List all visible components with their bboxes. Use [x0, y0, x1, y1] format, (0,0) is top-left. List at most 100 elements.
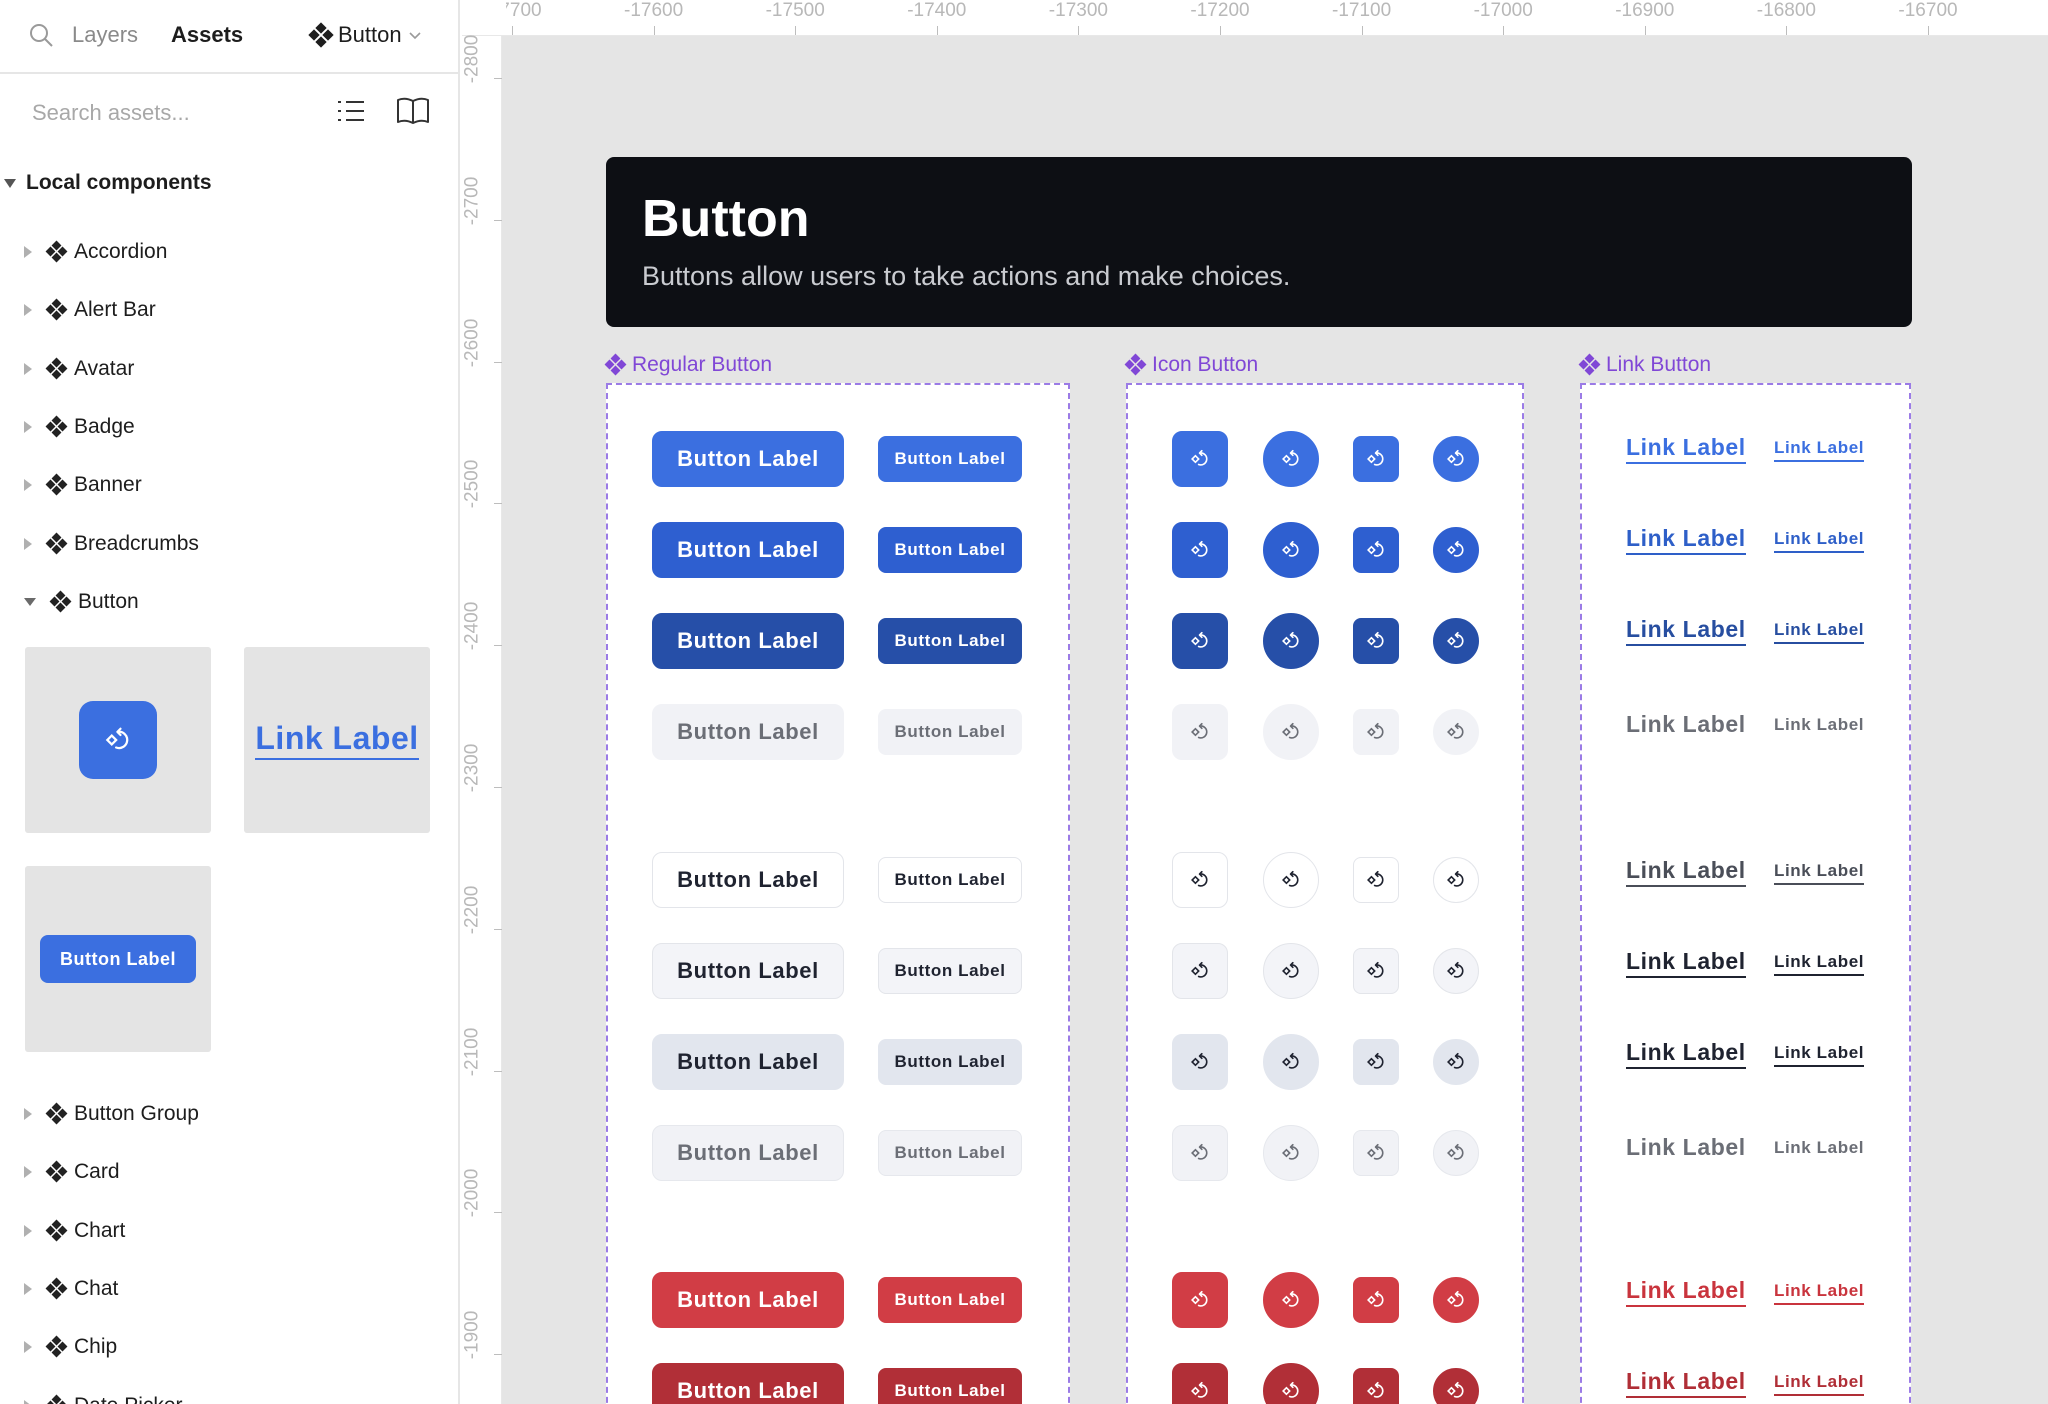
button-primary-default-lg[interactable]: Button Label: [652, 431, 844, 487]
icon-button-secondary-pressed-lgsq[interactable]: [1172, 1034, 1228, 1090]
icon-button-danger-hover-smci[interactable]: [1433, 1368, 1479, 1404]
link-button-secondary-hover-lg[interactable]: Link Label: [1626, 948, 1746, 979]
icon-button-primary-default-smsq[interactable]: [1353, 436, 1399, 482]
icon-button-secondary-default-smci[interactable]: [1433, 857, 1479, 903]
icon-button-primary-hover-smsq[interactable]: [1353, 527, 1399, 573]
component-item[interactable]: Chart: [24, 1214, 125, 1248]
link-button-primary-disabled-sm[interactable]: Link Label: [1774, 715, 1864, 737]
button-primary-pressed-sm[interactable]: Button Label: [878, 618, 1022, 664]
icon-button-secondary-disabled-smsq[interactable]: [1353, 1130, 1399, 1176]
thumbnail-regular-button[interactable]: Button Label: [25, 866, 211, 1052]
icon-button-secondary-default-lgsq[interactable]: [1172, 852, 1228, 908]
button-primary-disabled-sm[interactable]: Button Label: [878, 709, 1022, 755]
regular-button-frame[interactable]: Button Label Button Label Button Label Butt…: [606, 383, 1070, 1404]
icon-button-secondary-pressed-smci[interactable]: [1433, 1039, 1479, 1085]
link-button-secondary-default-lg[interactable]: Link Label: [1626, 857, 1746, 888]
component-item[interactable]: Date Picker: [24, 1389, 183, 1404]
link-button-primary-hover-lg[interactable]: Link Label: [1626, 525, 1746, 556]
thumbnail-link-button[interactable]: Link Label: [244, 647, 430, 833]
button-secondary-disabled-lg[interactable]: Button Label: [652, 1125, 844, 1181]
team-library-book-icon[interactable]: [396, 96, 430, 126]
button-primary-hover-lg[interactable]: Button Label: [652, 522, 844, 578]
icon-button-danger-default-smsq[interactable]: [1353, 1277, 1399, 1323]
icon-button-danger-default-smci[interactable]: [1433, 1277, 1479, 1323]
button-secondary-pressed-sm[interactable]: Button Label: [878, 1039, 1022, 1085]
button-secondary-hover-lg[interactable]: Button Label: [652, 943, 844, 999]
button-primary-default-sm[interactable]: Button Label: [878, 436, 1022, 482]
icon-button-primary-pressed-smci[interactable]: [1433, 618, 1479, 664]
link-button-danger-hover-lg[interactable]: Link Label: [1626, 1368, 1746, 1399]
tab-assets[interactable]: Assets: [171, 20, 243, 50]
icon-button-primary-hover-smci[interactable]: [1433, 527, 1479, 573]
icon-button-danger-default-lgsq[interactable]: [1172, 1272, 1228, 1328]
list-view-icon[interactable]: [336, 96, 366, 126]
button-primary-hover-sm[interactable]: Button Label: [878, 527, 1022, 573]
design-canvas[interactable]: Button Buttons allow users to take actio…: [502, 36, 2048, 1404]
icon-button-secondary-default-smsq[interactable]: [1353, 857, 1399, 903]
icon-button-primary-pressed-lgsq[interactable]: [1172, 613, 1228, 669]
icon-button-secondary-pressed-lgci[interactable]: [1263, 1034, 1319, 1090]
button-secondary-default-lg[interactable]: Button Label: [652, 852, 844, 908]
icon-button-primary-pressed-lgci[interactable]: [1263, 613, 1319, 669]
tab-layers[interactable]: Layers: [72, 20, 138, 50]
button-secondary-default-sm[interactable]: Button Label: [878, 857, 1022, 903]
icon-button-danger-hover-smsq[interactable]: [1353, 1368, 1399, 1404]
local-components-section[interactable]: Local components: [0, 166, 212, 200]
link-button-danger-default-lg[interactable]: Link Label: [1626, 1277, 1746, 1308]
page-select-dropdown[interactable]: Button: [308, 20, 422, 50]
icon-button-secondary-disabled-lgsq[interactable]: [1172, 1125, 1228, 1181]
component-item[interactable]: Breadcrumbs: [24, 527, 199, 561]
button-secondary-pressed-lg[interactable]: Button Label: [652, 1034, 844, 1090]
component-item[interactable]: Card: [24, 1155, 120, 1189]
frame-label-link-button[interactable]: Link Button: [1578, 353, 1711, 377]
icon-button-primary-hover-lgci[interactable]: [1263, 522, 1319, 578]
icon-button-secondary-hover-lgsq[interactable]: [1172, 943, 1228, 999]
component-item[interactable]: Button Group: [24, 1097, 199, 1131]
component-item[interactable]: Avatar: [24, 352, 134, 386]
icon-button-frame[interactable]: [1126, 383, 1524, 1404]
link-button-danger-default-sm[interactable]: Link Label: [1774, 1281, 1865, 1305]
button-danger-hover-sm[interactable]: Button Label: [878, 1368, 1022, 1404]
icon-button-primary-hover-lgsq[interactable]: [1172, 522, 1228, 578]
icon-button-primary-default-lgsq[interactable]: [1172, 431, 1228, 487]
link-button-secondary-disabled-sm[interactable]: Link Label: [1774, 1138, 1864, 1160]
link-button-primary-default-lg[interactable]: Link Label: [1626, 434, 1746, 465]
link-button-primary-hover-sm[interactable]: Link Label: [1774, 529, 1865, 553]
link-button-danger-hover-sm[interactable]: Link Label: [1774, 1372, 1865, 1396]
button-danger-default-sm[interactable]: Button Label: [878, 1277, 1022, 1323]
link-button-primary-pressed-lg[interactable]: Link Label: [1626, 616, 1746, 647]
icon-button-primary-disabled-lgci[interactable]: [1263, 704, 1319, 760]
icon-button-primary-disabled-smci[interactable]: [1433, 709, 1479, 755]
link-button-secondary-hover-sm[interactable]: Link Label: [1774, 952, 1865, 976]
link-button-frame[interactable]: Link Label Link Label Link Label Link Label…: [1580, 383, 1911, 1404]
thumbnail-icon-button[interactable]: [25, 647, 211, 833]
icon-button-secondary-disabled-smci[interactable]: [1433, 1130, 1479, 1176]
icon-button-primary-default-lgci[interactable]: [1263, 431, 1319, 487]
link-button-primary-pressed-sm[interactable]: Link Label: [1774, 620, 1865, 644]
button-danger-hover-lg[interactable]: Button Label: [652, 1363, 844, 1404]
icon-button-danger-hover-lgci[interactable]: [1263, 1363, 1319, 1404]
link-button-secondary-default-sm[interactable]: Link Label: [1774, 861, 1865, 885]
button-secondary-disabled-sm[interactable]: Button Label: [878, 1130, 1022, 1176]
button-primary-pressed-lg[interactable]: Button Label: [652, 613, 844, 669]
component-item-button[interactable]: Button: [24, 585, 139, 619]
frame-label-regular-button[interactable]: Regular Button: [604, 353, 772, 377]
search-icon[interactable]: [28, 22, 54, 48]
icon-button-secondary-hover-lgci[interactable]: [1263, 943, 1319, 999]
component-item[interactable]: Accordion: [24, 235, 167, 269]
component-item[interactable]: Chip: [24, 1330, 117, 1364]
icon-button-primary-disabled-lgsq[interactable]: [1172, 704, 1228, 760]
button-secondary-hover-sm[interactable]: Button Label: [878, 948, 1022, 994]
search-assets-input[interactable]: [32, 96, 312, 130]
icon-button-danger-default-lgci[interactable]: [1263, 1272, 1319, 1328]
button-primary-disabled-lg[interactable]: Button Label: [652, 704, 844, 760]
frame-label-icon-button[interactable]: Icon Button: [1124, 353, 1258, 377]
link-button-secondary-pressed-lg[interactable]: Link Label: [1626, 1039, 1746, 1070]
component-item[interactable]: Banner: [24, 468, 142, 502]
icon-button-secondary-pressed-smsq[interactable]: [1353, 1039, 1399, 1085]
link-button-secondary-disabled-lg[interactable]: Link Label: [1626, 1134, 1746, 1162]
icon-button-secondary-default-lgci[interactable]: [1263, 852, 1319, 908]
icon-button-danger-hover-lgsq[interactable]: [1172, 1363, 1228, 1404]
icon-button-primary-pressed-smsq[interactable]: [1353, 618, 1399, 664]
icon-button-primary-default-smci[interactable]: [1433, 436, 1479, 482]
